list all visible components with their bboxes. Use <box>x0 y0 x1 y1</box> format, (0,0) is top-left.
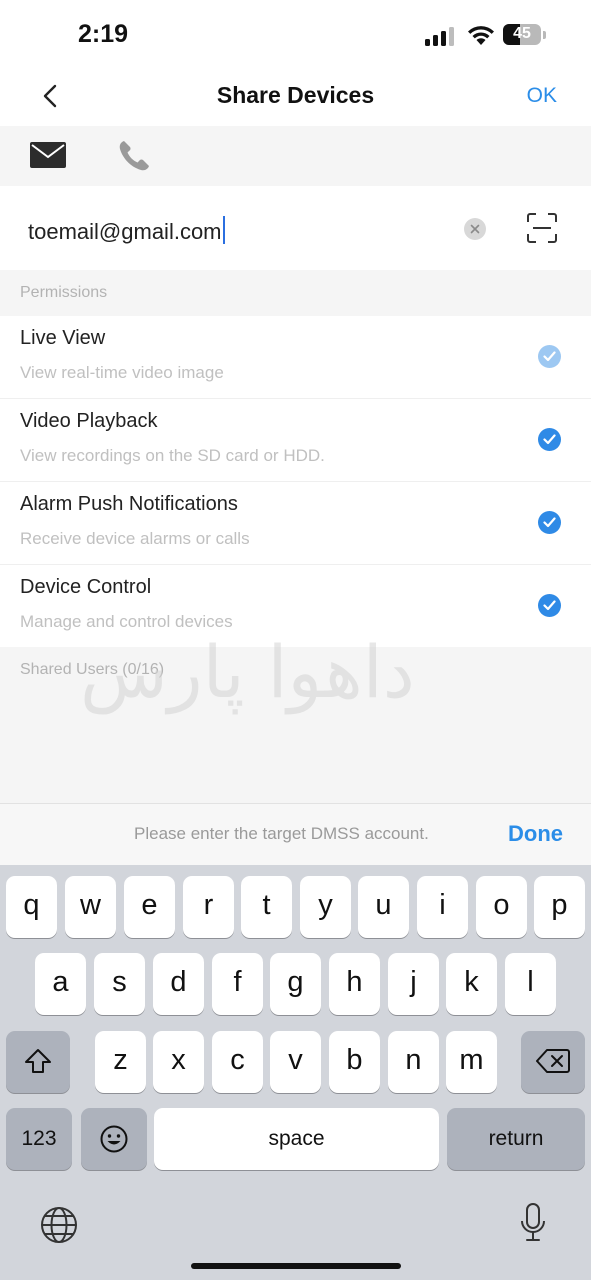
battery-level: 45 <box>513 25 531 42</box>
permission-description: View recordings on the SD card or HDD. <box>20 446 325 465</box>
key-i[interactable]: i <box>417 876 468 938</box>
key-k[interactable]: k <box>446 953 497 1015</box>
input-accessory-bar: Please enter the target DMSS account. Do… <box>0 803 591 865</box>
key-g[interactable]: g <box>270 953 321 1015</box>
permissions-label: Permissions <box>20 284 108 301</box>
key-p[interactable]: p <box>534 876 585 938</box>
numbers-key[interactable]: 123 <box>6 1108 72 1170</box>
status-bar: 2:19 45 <box>0 0 591 66</box>
text-caret <box>222 216 225 244</box>
globe-icon[interactable] <box>40 1206 78 1244</box>
key-v[interactable]: v <box>270 1031 321 1093</box>
key-a[interactable]: a <box>35 953 86 1015</box>
permissions-header: Permissions <box>0 270 591 316</box>
key-h[interactable]: h <box>329 953 380 1015</box>
microphone-icon[interactable] <box>519 1202 547 1244</box>
cellular-signal-icon <box>425 26 457 46</box>
phone-icon[interactable] <box>116 138 152 174</box>
key-e[interactable]: e <box>124 876 175 938</box>
navigation-bar: Share Devices OK <box>0 66 591 126</box>
permission-name: Alarm Push Notifications <box>20 493 238 515</box>
key-z[interactable]: z <box>95 1031 146 1093</box>
permission-name: Video Playback <box>20 410 158 432</box>
permission-description: Manage and control devices <box>20 612 233 631</box>
permission-alarm-push[interactable]: Alarm Push Notifications Receive device … <box>0 482 591 565</box>
delete-key[interactable] <box>521 1031 585 1093</box>
page-title: Share Devices <box>216 82 375 108</box>
key-m[interactable]: m <box>446 1031 497 1093</box>
key-u[interactable]: u <box>358 876 409 938</box>
key-w[interactable]: w <box>65 876 116 938</box>
space-key[interactable]: space <box>154 1108 439 1170</box>
account-field[interactable]: toemail@gmail.com <box>0 186 591 270</box>
share-method-tabs <box>0 126 591 186</box>
shift-key[interactable] <box>6 1031 70 1093</box>
checkmark-icon[interactable] <box>538 345 561 368</box>
key-d[interactable]: d <box>153 953 204 1015</box>
keyboard: q w e r t y u i o p a s d f g h j k l z … <box>0 865 591 1280</box>
key-x[interactable]: x <box>153 1031 204 1093</box>
key-c[interactable]: c <box>212 1031 263 1093</box>
scan-icon[interactable] <box>526 212 558 244</box>
return-key[interactable]: return <box>447 1108 585 1170</box>
permission-live-view[interactable]: Live View View real-time video image <box>0 316 591 399</box>
permission-description: Receive device alarms or calls <box>20 529 250 548</box>
ok-button[interactable]: OK <box>527 84 557 108</box>
key-f[interactable]: f <box>212 953 263 1015</box>
key-b[interactable]: b <box>329 1031 380 1093</box>
key-t[interactable]: t <box>241 876 292 938</box>
key-s[interactable]: s <box>94 953 145 1015</box>
checkmark-icon[interactable] <box>538 594 561 617</box>
wifi-icon <box>468 26 494 45</box>
key-r[interactable]: r <box>183 876 234 938</box>
checkmark-icon[interactable] <box>538 428 561 451</box>
home-indicator <box>191 1263 401 1269</box>
key-l[interactable]: l <box>505 953 556 1015</box>
battery-icon: 45 <box>503 24 541 45</box>
done-button[interactable]: Done <box>508 821 563 847</box>
emoji-icon <box>100 1125 128 1153</box>
input-hint: Please enter the target DMSS account. <box>134 824 429 843</box>
key-n[interactable]: n <box>388 1031 439 1093</box>
key-o[interactable]: o <box>476 876 527 938</box>
backspace-icon <box>536 1049 570 1073</box>
permission-video-playback[interactable]: Video Playback View recordings on the SD… <box>0 399 591 482</box>
emoji-key[interactable] <box>81 1108 147 1170</box>
permissions-list: Live View View real-time video image Vid… <box>0 316 591 648</box>
shift-icon <box>25 1049 51 1073</box>
checkmark-icon[interactable] <box>538 511 561 534</box>
account-input[interactable]: toemail@gmail.com <box>28 216 225 245</box>
clear-icon[interactable] <box>464 218 486 240</box>
account-input-value: toemail@gmail.com <box>28 219 222 244</box>
watermark: داهوا پارس <box>80 630 415 714</box>
status-time: 2:19 <box>78 20 129 48</box>
key-j[interactable]: j <box>388 953 439 1015</box>
mail-icon[interactable] <box>29 140 67 170</box>
battery-tip <box>543 31 546 39</box>
key-q[interactable]: q <box>6 876 57 938</box>
permission-description: View real-time video image <box>20 363 224 382</box>
key-y[interactable]: y <box>300 876 351 938</box>
permission-name: Live View <box>20 327 106 349</box>
permission-name: Device Control <box>20 576 152 598</box>
